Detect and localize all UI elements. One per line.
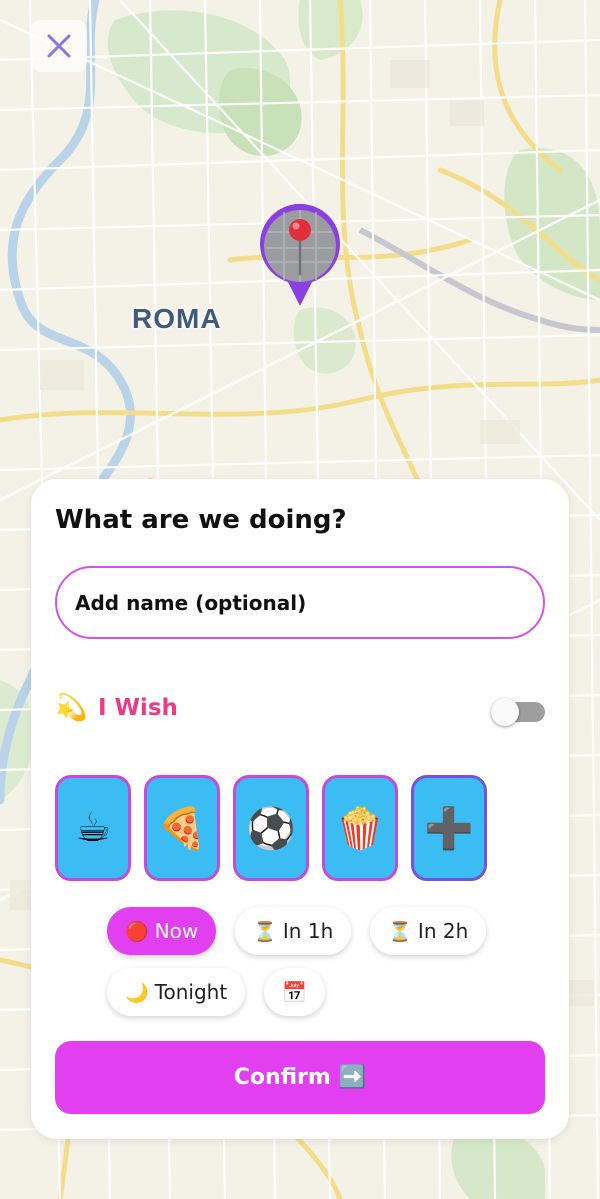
pizza-icon: 🍕 [157, 805, 207, 852]
time-chip-label: Tonight [154, 980, 228, 1004]
time-options-row-1: 🔴 Now ⏳ In 1h ⏳ In 2h [107, 907, 487, 955]
soccer-ball-icon: ⚽ [246, 805, 296, 852]
pushpin-icon [260, 203, 340, 306]
create-event-screen: ROMA What are we doing? 💫 I Wish [0, 0, 600, 1199]
activity-soccer-button[interactable]: ⚽ [233, 775, 309, 881]
close-button[interactable] [31, 20, 87, 72]
activity-picker: ☕ 🍕 ⚽ 🍿 ➕ [55, 775, 487, 881]
close-icon [47, 34, 71, 58]
time-options-row-2: 🌙 Tonight 📅 [107, 968, 326, 1016]
time-chip-calendar[interactable]: 📅 [264, 968, 326, 1016]
time-chip-label: In 1h [282, 919, 334, 943]
location-marker[interactable] [256, 202, 344, 310]
time-chip-in-1h[interactable]: ⏳ In 1h [235, 907, 352, 955]
activity-coffee-button[interactable]: ☕ [55, 775, 131, 881]
confirm-button[interactable]: Confirm ➡️ [55, 1041, 545, 1114]
sheet-title: What are we doing? [55, 505, 347, 535]
time-chip-now[interactable]: 🔴 Now [107, 907, 217, 955]
right-arrow-icon: ➡️ [338, 1065, 367, 1090]
hourglass-icon: ⏳ [253, 920, 277, 943]
create-activity-sheet: What are we doing? 💫 I Wish ☕ 🍕 ⚽ 🍿 [31, 479, 569, 1139]
popcorn-icon: 🍿 [335, 805, 385, 852]
red-circle-icon: 🔴 [125, 920, 149, 943]
wish-toggle[interactable] [491, 694, 549, 726]
add-activity-button[interactable]: ➕ [411, 775, 487, 881]
time-chip-label: In 2h [417, 919, 469, 943]
coffee-icon: ☕ [75, 805, 111, 851]
time-chip-label: Now [154, 919, 199, 943]
dizzy-star-icon: 💫 [55, 693, 88, 723]
crescent-moon-icon: 🌙 [125, 981, 149, 1004]
plus-icon: ➕ [424, 805, 474, 852]
event-name-input[interactable] [55, 566, 545, 639]
toggle-thumb [491, 698, 519, 726]
confirm-label: Confirm [233, 1065, 331, 1090]
time-chip-tonight[interactable]: 🌙 Tonight [107, 968, 246, 1016]
calendar-icon: 📅 [282, 980, 308, 1004]
time-chip-in-2h[interactable]: ⏳ In 2h [370, 907, 487, 955]
hourglass-icon: ⏳ [388, 920, 412, 943]
activity-pizza-button[interactable]: 🍕 [144, 775, 220, 881]
activity-movie-button[interactable]: 🍿 [322, 775, 398, 881]
wish-row: 💫 I Wish [55, 689, 545, 729]
map-city-label: ROMA [132, 303, 222, 334]
wish-label: I Wish [98, 695, 178, 721]
